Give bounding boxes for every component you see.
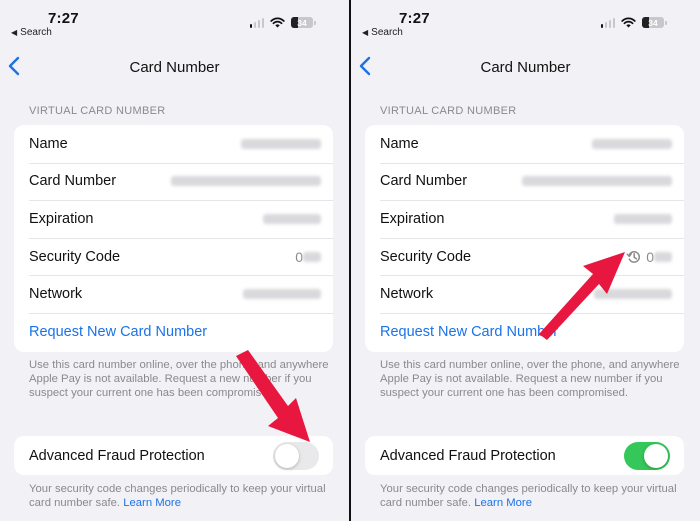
row-network[interactable]: Network	[14, 275, 333, 313]
battery-icon: 34	[642, 17, 664, 28]
wifi-icon	[270, 17, 285, 28]
card-info-group: Name Card Number Expiration Security Cod…	[14, 125, 333, 352]
row-label: Card Number	[29, 173, 117, 190]
fraud-protection-toggle[interactable]	[624, 441, 670, 470]
row-label: Security Code	[380, 248, 472, 265]
row-label: Name	[29, 135, 68, 152]
fraud-footer: Your security code changes periodically …	[380, 482, 680, 510]
battery-icon: 34	[291, 17, 313, 28]
fraud-protection-label: Advanced Fraud Protection	[380, 447, 556, 464]
security-code-value: 0	[295, 249, 321, 265]
row-name[interactable]: Name	[14, 125, 333, 163]
panel-before: 7:27 ◀ Search 34 Card Number VIRTUAL CAR…	[0, 0, 349, 521]
clock-rotation-icon	[626, 250, 641, 263]
battery-cap	[665, 20, 667, 25]
learn-more-link[interactable]: Learn More	[474, 497, 532, 509]
cellular-signal-icon	[600, 17, 615, 28]
comparison-screenshot: 7:27 ◀ Search 34 Card Number VIRTUAL CAR…	[0, 0, 700, 521]
request-new-card-number-link[interactable]: Request New Card Number	[380, 324, 558, 340]
row-label: Network	[380, 286, 434, 303]
learn-more-link[interactable]: Learn More	[123, 497, 181, 509]
security-code-value: 0	[626, 249, 672, 265]
row-expiration[interactable]: Expiration	[365, 200, 684, 238]
battery-cap	[314, 20, 316, 25]
card-info-group: Name Card Number Expiration Security Cod…	[365, 125, 684, 352]
row-security-code[interactable]: Security Code 0	[365, 237, 684, 276]
row-label: Name	[380, 135, 419, 152]
section-header: VIRTUAL CARD NUMBER	[29, 105, 166, 117]
panel-after: 7:27 ◀ Search 34 Card Number VIRTUAL CAR…	[351, 0, 700, 521]
row-network[interactable]: Network	[365, 275, 684, 313]
row-label: Security Code	[29, 248, 121, 265]
request-new-card-number-link[interactable]: Request New Card Number	[29, 324, 207, 340]
section-header: VIRTUAL CARD NUMBER	[380, 105, 517, 117]
status-back-label: Search	[371, 27, 403, 38]
fraud-protection-row: Advanced Fraud Protection	[365, 436, 684, 475]
row-label: Expiration	[380, 210, 445, 227]
fraud-protection-toggle[interactable]	[273, 441, 319, 470]
status-time: 7:27	[399, 10, 430, 27]
info-footer: Use this card number online, over the ph…	[29, 359, 329, 399]
expiration-value-redacted	[614, 213, 672, 224]
info-footer: Use this card number online, over the ph…	[380, 359, 680, 399]
security-code-prefix: 0	[295, 248, 303, 265]
back-triangle-icon: ◀	[11, 28, 18, 37]
row-expiration[interactable]: Expiration	[14, 200, 333, 238]
cellular-signal-icon	[249, 17, 264, 28]
fraud-protection-label: Advanced Fraud Protection	[29, 447, 205, 464]
battery-level: 34	[297, 17, 307, 28]
toggle-knob	[275, 443, 299, 468]
row-card-number[interactable]: Card Number	[14, 162, 333, 201]
back-triangle-icon: ◀	[362, 28, 369, 37]
battery-level: 34	[648, 17, 658, 28]
name-value-redacted	[592, 138, 672, 149]
row-security-code[interactable]: Security Code 0	[14, 237, 333, 276]
fraud-footer: Your security code changes periodically …	[29, 482, 329, 510]
row-card-number[interactable]: Card Number	[365, 162, 684, 201]
page-title: Card Number	[129, 59, 220, 76]
status-icons: 34	[600, 17, 667, 28]
page-title: Card Number	[480, 59, 571, 76]
row-label: Card Number	[380, 173, 468, 190]
card-number-value-redacted	[522, 176, 672, 187]
wifi-icon	[621, 17, 636, 28]
name-value-redacted	[241, 138, 321, 149]
row-label: Network	[29, 286, 83, 303]
security-code-prefix: 0	[646, 248, 654, 265]
row-request-new[interactable]: Request New Card Number	[365, 312, 684, 351]
network-value-redacted	[594, 289, 672, 300]
row-request-new[interactable]: Request New Card Number	[14, 312, 333, 351]
status-back-to-app[interactable]: ◀ Search	[362, 27, 403, 38]
status-back-to-app[interactable]: ◀ Search	[11, 27, 52, 38]
fraud-protection-row: Advanced Fraud Protection	[14, 436, 333, 475]
network-value-redacted	[243, 289, 321, 300]
toggle-knob	[644, 443, 668, 468]
status-back-label: Search	[20, 27, 52, 38]
row-label: Expiration	[29, 210, 94, 227]
card-number-value-redacted	[171, 176, 321, 187]
status-icons: 34	[249, 17, 316, 28]
row-name[interactable]: Name	[365, 125, 684, 163]
expiration-value-redacted	[263, 213, 321, 224]
status-time: 7:27	[48, 10, 79, 27]
